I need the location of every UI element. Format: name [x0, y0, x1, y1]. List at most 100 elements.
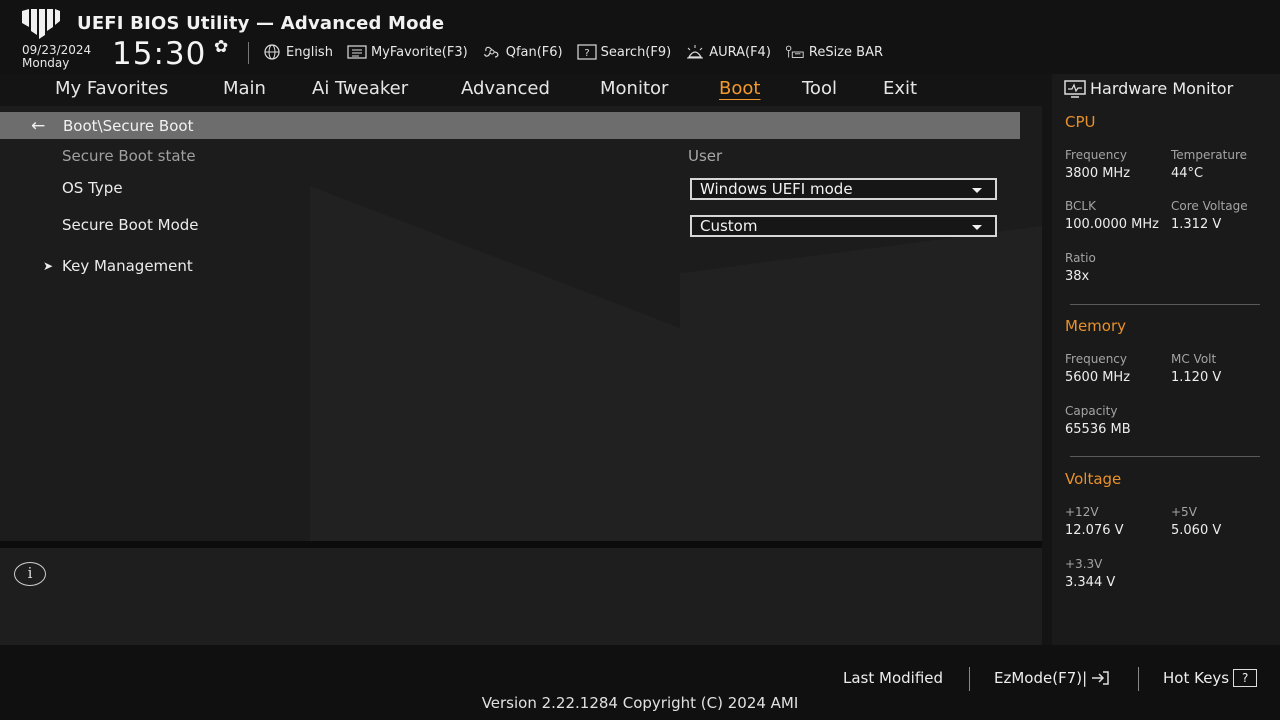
chevron-down-icon	[972, 188, 982, 193]
v12-label: +12V	[1065, 505, 1099, 519]
header-bar: UEFI BIOS Utility — Advanced Mode 09/23/…	[0, 0, 1280, 74]
help-key-icon: ?	[1233, 669, 1258, 687]
secure-boot-mode-value: Custom	[700, 217, 758, 235]
chevron-down-icon	[972, 225, 982, 230]
secure-boot-mode-label[interactable]: Secure Boot Mode	[62, 216, 199, 234]
background-decoration	[310, 186, 680, 541]
cpu-frequency-label: Frequency	[1065, 148, 1127, 162]
hardware-monitor-title: Hardware Monitor	[1064, 79, 1233, 98]
tab-main[interactable]: Main	[223, 78, 266, 99]
v33-label: +3.3V	[1065, 557, 1103, 571]
day-text: Monday	[22, 56, 70, 70]
breadcrumb: ← Boot\Secure Boot	[0, 112, 1020, 139]
version-text: Version 2.22.1284 Copyright (C) 2024 AMI	[481, 694, 799, 712]
core-voltage-value: 1.312 V	[1171, 217, 1222, 232]
back-arrow-icon[interactable]: ←	[31, 116, 55, 136]
myfavorite-button[interactable]: MyFavorite(F3)	[347, 42, 468, 62]
mc-volt-value: 1.120 V	[1171, 370, 1222, 385]
secure-boot-mode-dropdown[interactable]: Custom	[690, 215, 997, 237]
hardware-monitor-panel: Hardware Monitor CPU Frequency 3800 MHz …	[1052, 74, 1280, 645]
os-type-dropdown[interactable]: Windows UEFI mode	[690, 178, 997, 200]
tab-boot[interactable]: Boot	[719, 78, 760, 99]
main-nav: My Favorites Main Ai Tweaker Advanced Mo…	[0, 74, 1042, 106]
hot-keys-label: Hot Keys	[1163, 669, 1230, 687]
background-decoration	[680, 226, 1042, 541]
exit-arrow-icon	[1092, 671, 1109, 685]
os-type-value: Windows UEFI mode	[700, 180, 853, 198]
voltage-heading: Voltage	[1065, 470, 1122, 488]
window-title: UEFI BIOS Utility — Advanced Mode	[77, 13, 445, 34]
settings-panel: ← Boot\Secure Boot Secure Boot state Use…	[0, 106, 1042, 541]
ratio-label: Ratio	[1065, 251, 1096, 265]
breadcrumb-path: Boot\Secure Boot	[63, 116, 194, 135]
section-divider	[1070, 304, 1260, 305]
memory-heading: Memory	[1065, 317, 1127, 335]
os-type-label[interactable]: OS Type	[62, 179, 123, 197]
tab-exit[interactable]: Exit	[883, 78, 917, 99]
aura-light-icon	[685, 44, 705, 60]
tab-tool[interactable]: Tool	[802, 78, 837, 99]
search-label: Search(F9)	[600, 44, 672, 60]
aura-button[interactable]: AURA(F4)	[685, 42, 771, 62]
myfavorite-label: MyFavorite(F3)	[370, 44, 468, 60]
memory-frequency-value: 5600 MHz	[1065, 370, 1131, 385]
tab-ai-tweaker[interactable]: Ai Tweaker	[312, 78, 408, 99]
v12-value: 12.076 V	[1065, 523, 1124, 538]
cpu-frequency-value: 3800 MHz	[1065, 166, 1131, 181]
capacity-value: 65536 MB	[1065, 422, 1131, 437]
cpu-temperature-value: 44°C	[1171, 166, 1204, 181]
search-help-icon: ?	[577, 44, 597, 60]
fan-icon	[482, 44, 502, 60]
bclk-value: 100.0000 MHz	[1065, 217, 1159, 232]
hardware-monitor-label: Hardware Monitor	[1090, 79, 1234, 98]
section-divider	[1070, 456, 1260, 457]
resize-bar-icon	[785, 44, 805, 60]
resize-bar-label: ReSize BAR	[808, 44, 884, 60]
core-voltage-label: Core Voltage	[1171, 199, 1248, 213]
globe-icon	[262, 44, 282, 60]
monitor-icon	[1064, 79, 1086, 98]
key-management-link[interactable]: Key Management	[62, 257, 193, 275]
footer-divider	[1138, 667, 1139, 691]
header-toolbar: English MyFavorite(F3) Qfan(F6) ? Search…	[262, 42, 883, 62]
search-button[interactable]: ? Search(F9)	[577, 42, 672, 62]
clock-display: 15:30	[112, 36, 207, 72]
ezmode-label: EzMode(F7)|	[994, 669, 1088, 687]
tuf-logo-icon	[22, 9, 60, 39]
tab-my-favorites[interactable]: My Favorites	[55, 78, 168, 99]
v5-label: +5V	[1171, 505, 1197, 519]
help-separator	[0, 541, 1042, 548]
date-display: 09/23/2024 Monday	[22, 44, 91, 70]
settings-gear-icon[interactable]: ✿	[214, 37, 228, 57]
favorite-list-icon	[347, 44, 367, 60]
hot-keys-button[interactable]: Hot Keys ?	[1163, 669, 1258, 687]
help-panel: i	[0, 548, 1042, 645]
qfan-button[interactable]: Qfan(F6)	[482, 42, 563, 62]
last-modified-button[interactable]: Last Modified	[843, 669, 943, 687]
language-button[interactable]: English	[262, 42, 333, 62]
footer-divider	[969, 667, 970, 691]
aura-label: AURA(F4)	[709, 44, 771, 60]
language-label: English	[286, 44, 333, 60]
info-icon: i	[14, 562, 46, 586]
v33-value: 3.344 V	[1065, 575, 1116, 590]
memory-frequency-label: Frequency	[1065, 352, 1127, 366]
resize-bar-button[interactable]: ReSize BAR	[785, 42, 883, 62]
secure-boot-state-label: Secure Boot state	[62, 147, 196, 165]
tab-monitor[interactable]: Monitor	[600, 78, 668, 99]
cpu-temperature-label: Temperature	[1171, 148, 1248, 162]
svg-text:?: ?	[584, 48, 589, 59]
ezmode-button[interactable]: EzMode(F7)|	[994, 669, 1111, 687]
bclk-label: BCLK	[1065, 199, 1096, 213]
v5-value: 5.060 V	[1171, 523, 1222, 538]
capacity-label: Capacity	[1065, 404, 1118, 418]
qfan-label: Qfan(F6)	[505, 44, 563, 60]
ratio-value: 38x	[1065, 269, 1090, 284]
secure-boot-state-value: User	[688, 147, 723, 165]
header-divider	[248, 42, 249, 64]
tab-advanced[interactable]: Advanced	[461, 78, 550, 99]
cpu-heading: CPU	[1065, 113, 1096, 131]
submenu-arrow-icon: ➤	[43, 259, 54, 273]
footer-bar: Last Modified EzMode(F7)| Hot Keys ? Ver…	[0, 645, 1280, 720]
mc-volt-label: MC Volt	[1171, 352, 1217, 366]
